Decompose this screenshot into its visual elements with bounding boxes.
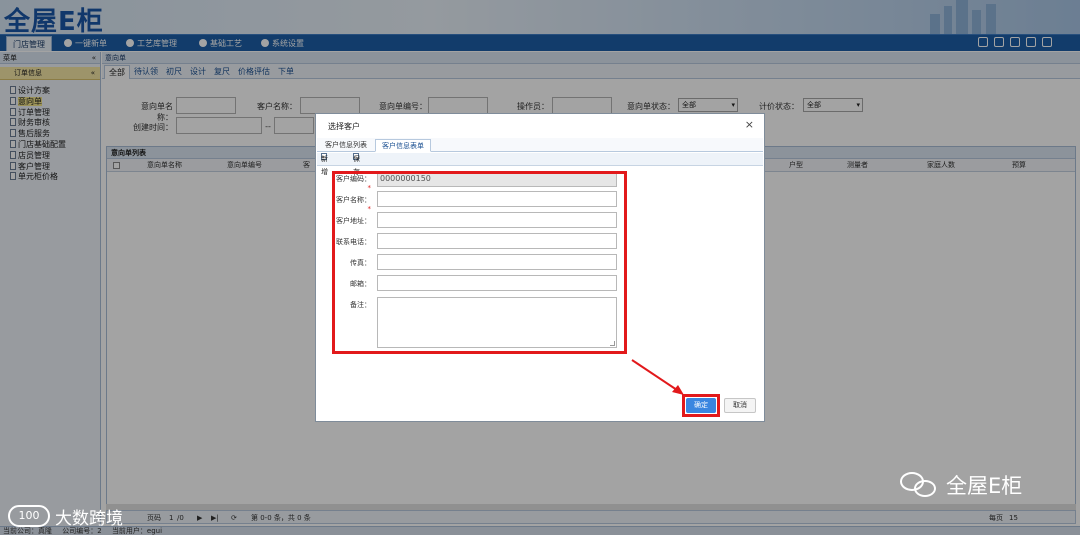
select-customer-dialog: 选择客户 × 客户信息列表 客户信息表单 新增 保存 客户编码：* 000000… xyxy=(315,113,765,422)
brand-watermark: 100 大数跨境 xyxy=(8,503,123,529)
wechat-watermark: 全屋E柜 xyxy=(900,468,1022,502)
dialog-tabs: 客户信息列表 客户信息表单 xyxy=(317,138,763,152)
confirm-button[interactable]: 确定 xyxy=(686,398,716,413)
dialog-toolbar: 新增 保存 xyxy=(317,153,763,176)
form-highlight-box xyxy=(332,171,627,354)
dialog-title: 选择客户 xyxy=(328,122,360,131)
close-icon[interactable]: × xyxy=(745,118,754,131)
tab-customer-form[interactable]: 客户信息表单 xyxy=(375,139,431,152)
tab-customer-list[interactable]: 客户信息列表 xyxy=(319,139,373,152)
annotation-arrow xyxy=(631,359,684,395)
brand-logo-icon: 100 xyxy=(8,505,50,527)
cancel-button[interactable]: 取消 xyxy=(724,398,756,413)
wechat-icon xyxy=(900,470,938,500)
